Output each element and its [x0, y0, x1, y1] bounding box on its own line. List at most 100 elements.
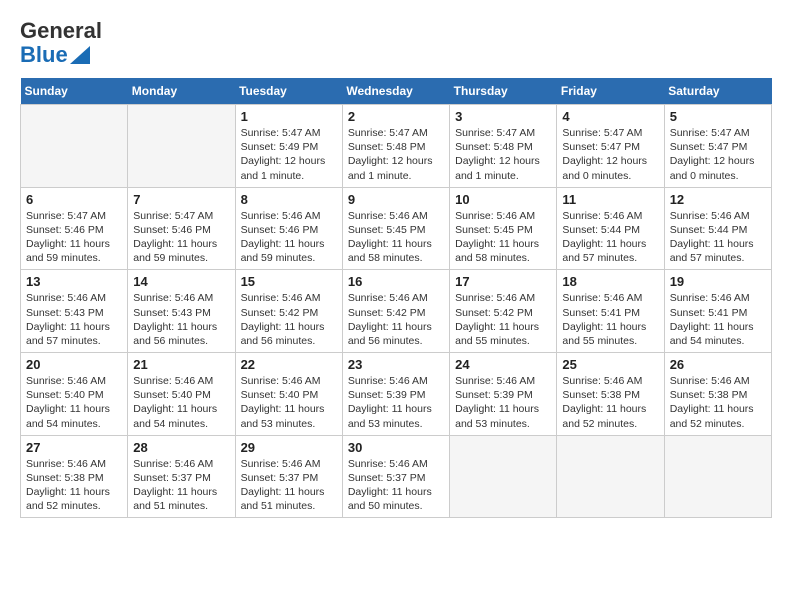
- cell-info: Sunrise: 5:46 AM Sunset: 5:44 PM Dayligh…: [562, 209, 658, 266]
- day-number: 22: [241, 357, 337, 372]
- cell-info: Sunrise: 5:47 AM Sunset: 5:48 PM Dayligh…: [455, 126, 551, 183]
- day-number: 2: [348, 109, 444, 124]
- cell-info: Sunrise: 5:46 AM Sunset: 5:43 PM Dayligh…: [26, 291, 122, 348]
- sunrise-label: Sunrise: 5:46 AM: [26, 458, 106, 470]
- sunset-label: Sunset: 5:46 PM: [133, 224, 211, 236]
- day-number: 28: [133, 440, 229, 455]
- cell-info: Sunrise: 5:46 AM Sunset: 5:45 PM Dayligh…: [455, 209, 551, 266]
- sunset-label: Sunset: 5:42 PM: [455, 307, 533, 319]
- cell-info: Sunrise: 5:46 AM Sunset: 5:39 PM Dayligh…: [348, 374, 444, 431]
- daylight-label: Daylight: 12 hours and 0 minutes.: [670, 155, 755, 181]
- day-number: 17: [455, 274, 551, 289]
- daylight-label: Daylight: 11 hours and 51 minutes.: [241, 486, 325, 512]
- calendar-cell: 3 Sunrise: 5:47 AM Sunset: 5:48 PM Dayli…: [450, 105, 557, 188]
- cell-info: Sunrise: 5:47 AM Sunset: 5:47 PM Dayligh…: [670, 126, 766, 183]
- logo: General Blue: [20, 20, 104, 68]
- calendar-cell: 25 Sunrise: 5:46 AM Sunset: 5:38 PM Dayl…: [557, 353, 664, 436]
- sunrise-label: Sunrise: 5:46 AM: [455, 292, 535, 304]
- calendar-cell: 27 Sunrise: 5:46 AM Sunset: 5:38 PM Dayl…: [21, 435, 128, 518]
- cell-info: Sunrise: 5:46 AM Sunset: 5:42 PM Dayligh…: [455, 291, 551, 348]
- sunrise-label: Sunrise: 5:46 AM: [133, 292, 213, 304]
- sunset-label: Sunset: 5:46 PM: [241, 224, 319, 236]
- weekday-header-cell: Tuesday: [235, 78, 342, 105]
- sunrise-label: Sunrise: 5:46 AM: [348, 210, 428, 222]
- day-number: 18: [562, 274, 658, 289]
- cell-info: Sunrise: 5:47 AM Sunset: 5:47 PM Dayligh…: [562, 126, 658, 183]
- weekday-header-cell: Monday: [128, 78, 235, 105]
- day-number: 16: [348, 274, 444, 289]
- weekday-header-row: SundayMondayTuesdayWednesdayThursdayFrid…: [21, 78, 772, 105]
- daylight-label: Daylight: 11 hours and 56 minutes.: [348, 321, 432, 347]
- day-number: 23: [348, 357, 444, 372]
- calendar-cell: 26 Sunrise: 5:46 AM Sunset: 5:38 PM Dayl…: [664, 353, 771, 436]
- cell-info: Sunrise: 5:46 AM Sunset: 5:38 PM Dayligh…: [562, 374, 658, 431]
- calendar-cell: 23 Sunrise: 5:46 AM Sunset: 5:39 PM Dayl…: [342, 353, 449, 436]
- sunrise-label: Sunrise: 5:46 AM: [26, 292, 106, 304]
- sunset-label: Sunset: 5:42 PM: [348, 307, 426, 319]
- calendar-cell: 28 Sunrise: 5:46 AM Sunset: 5:37 PM Dayl…: [128, 435, 235, 518]
- sunset-label: Sunset: 5:49 PM: [241, 141, 319, 153]
- daylight-label: Daylight: 11 hours and 54 minutes.: [133, 403, 217, 429]
- daylight-label: Daylight: 11 hours and 56 minutes.: [133, 321, 217, 347]
- cell-info: Sunrise: 5:46 AM Sunset: 5:40 PM Dayligh…: [241, 374, 337, 431]
- day-number: 12: [670, 192, 766, 207]
- calendar-cell: 22 Sunrise: 5:46 AM Sunset: 5:40 PM Dayl…: [235, 353, 342, 436]
- sunrise-label: Sunrise: 5:47 AM: [26, 210, 106, 222]
- sunrise-label: Sunrise: 5:46 AM: [670, 292, 750, 304]
- sunset-label: Sunset: 5:47 PM: [670, 141, 748, 153]
- sunrise-label: Sunrise: 5:46 AM: [348, 375, 428, 387]
- calendar-cell: [664, 435, 771, 518]
- cell-info: Sunrise: 5:46 AM Sunset: 5:41 PM Dayligh…: [670, 291, 766, 348]
- day-number: 5: [670, 109, 766, 124]
- sunset-label: Sunset: 5:39 PM: [348, 389, 426, 401]
- calendar-cell: 29 Sunrise: 5:46 AM Sunset: 5:37 PM Dayl…: [235, 435, 342, 518]
- cell-info: Sunrise: 5:46 AM Sunset: 5:46 PM Dayligh…: [241, 209, 337, 266]
- calendar-cell: 14 Sunrise: 5:46 AM Sunset: 5:43 PM Dayl…: [128, 270, 235, 353]
- sunset-label: Sunset: 5:37 PM: [348, 472, 426, 484]
- daylight-label: Daylight: 11 hours and 55 minutes.: [455, 321, 539, 347]
- daylight-label: Daylight: 12 hours and 1 minute.: [455, 155, 540, 181]
- sunset-label: Sunset: 5:47 PM: [562, 141, 640, 153]
- sunrise-label: Sunrise: 5:46 AM: [241, 292, 321, 304]
- daylight-label: Daylight: 11 hours and 55 minutes.: [562, 321, 646, 347]
- weekday-header-cell: Wednesday: [342, 78, 449, 105]
- day-number: 29: [241, 440, 337, 455]
- calendar-cell: [21, 105, 128, 188]
- daylight-label: Daylight: 11 hours and 57 minutes.: [26, 321, 110, 347]
- logo-general: General: [20, 20, 102, 42]
- sunrise-label: Sunrise: 5:47 AM: [241, 127, 321, 139]
- day-number: 21: [133, 357, 229, 372]
- cell-info: Sunrise: 5:47 AM Sunset: 5:46 PM Dayligh…: [133, 209, 229, 266]
- day-number: 24: [455, 357, 551, 372]
- daylight-label: Daylight: 11 hours and 56 minutes.: [241, 321, 325, 347]
- sunset-label: Sunset: 5:37 PM: [241, 472, 319, 484]
- calendar-cell: 18 Sunrise: 5:46 AM Sunset: 5:41 PM Dayl…: [557, 270, 664, 353]
- page-header: General Blue: [20, 20, 772, 68]
- sunrise-label: Sunrise: 5:47 AM: [133, 210, 213, 222]
- cell-info: Sunrise: 5:46 AM Sunset: 5:41 PM Dayligh…: [562, 291, 658, 348]
- calendar-cell: 7 Sunrise: 5:47 AM Sunset: 5:46 PM Dayli…: [128, 187, 235, 270]
- sunrise-label: Sunrise: 5:46 AM: [348, 292, 428, 304]
- sunrise-label: Sunrise: 5:46 AM: [241, 458, 321, 470]
- daylight-label: Daylight: 11 hours and 54 minutes.: [26, 403, 110, 429]
- sunset-label: Sunset: 5:48 PM: [348, 141, 426, 153]
- calendar-cell: 11 Sunrise: 5:46 AM Sunset: 5:44 PM Dayl…: [557, 187, 664, 270]
- day-number: 3: [455, 109, 551, 124]
- daylight-label: Daylight: 11 hours and 57 minutes.: [670, 238, 754, 264]
- sunset-label: Sunset: 5:40 PM: [241, 389, 319, 401]
- daylight-label: Daylight: 11 hours and 53 minutes.: [241, 403, 325, 429]
- day-number: 15: [241, 274, 337, 289]
- logo-arrow-icon: [70, 46, 90, 64]
- sunrise-label: Sunrise: 5:46 AM: [455, 375, 535, 387]
- calendar-week-row: 27 Sunrise: 5:46 AM Sunset: 5:38 PM Dayl…: [21, 435, 772, 518]
- day-number: 19: [670, 274, 766, 289]
- calendar-cell: 9 Sunrise: 5:46 AM Sunset: 5:45 PM Dayli…: [342, 187, 449, 270]
- cell-info: Sunrise: 5:46 AM Sunset: 5:40 PM Dayligh…: [133, 374, 229, 431]
- day-number: 26: [670, 357, 766, 372]
- sunset-label: Sunset: 5:41 PM: [562, 307, 640, 319]
- weekday-header-cell: Friday: [557, 78, 664, 105]
- day-number: 14: [133, 274, 229, 289]
- cell-info: Sunrise: 5:46 AM Sunset: 5:44 PM Dayligh…: [670, 209, 766, 266]
- day-number: 10: [455, 192, 551, 207]
- sunset-label: Sunset: 5:41 PM: [670, 307, 748, 319]
